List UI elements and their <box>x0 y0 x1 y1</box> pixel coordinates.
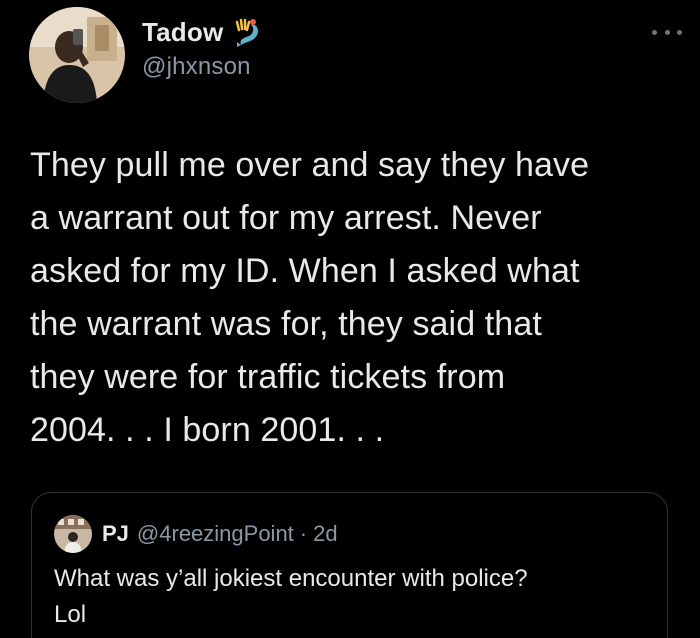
author-display-name[interactable]: Tadow <box>142 17 223 48</box>
more-dot <box>677 29 682 35</box>
quoted-author-avatar[interactable] <box>54 515 92 553</box>
more-horizontal-icon[interactable] <box>652 22 682 42</box>
more-dot <box>652 29 657 35</box>
mermaid-emoji-icon <box>231 16 263 48</box>
tweet-text: They pull me over and say they have a wa… <box>30 146 590 449</box>
separator-dot: · <box>299 521 308 546</box>
tweet-card: Tadow @jhxnson They pull me over and say… <box>0 0 700 638</box>
quoted-tweet[interactable]: PJ @4reezingPoint · 2d What was y’all jo… <box>31 492 668 638</box>
author-name-row: Tadow <box>142 14 263 50</box>
more-dot <box>664 29 670 35</box>
author-handle[interactable]: @jhxnson <box>142 53 263 81</box>
quoted-tweet-text: What was y’all jokiest encounter with po… <box>54 565 528 628</box>
author-block: Tadow @jhxnson <box>142 14 263 81</box>
quoted-tweet-header: PJ @4reezingPoint · 2d <box>54 515 338 553</box>
quoted-author-handle[interactable]: @4reezingPoint <box>137 521 294 547</box>
quoted-author-display-name[interactable]: PJ <box>102 521 129 547</box>
quoted-tweet-timestamp[interactable]: 2d <box>313 521 337 547</box>
author-avatar[interactable] <box>29 7 125 103</box>
